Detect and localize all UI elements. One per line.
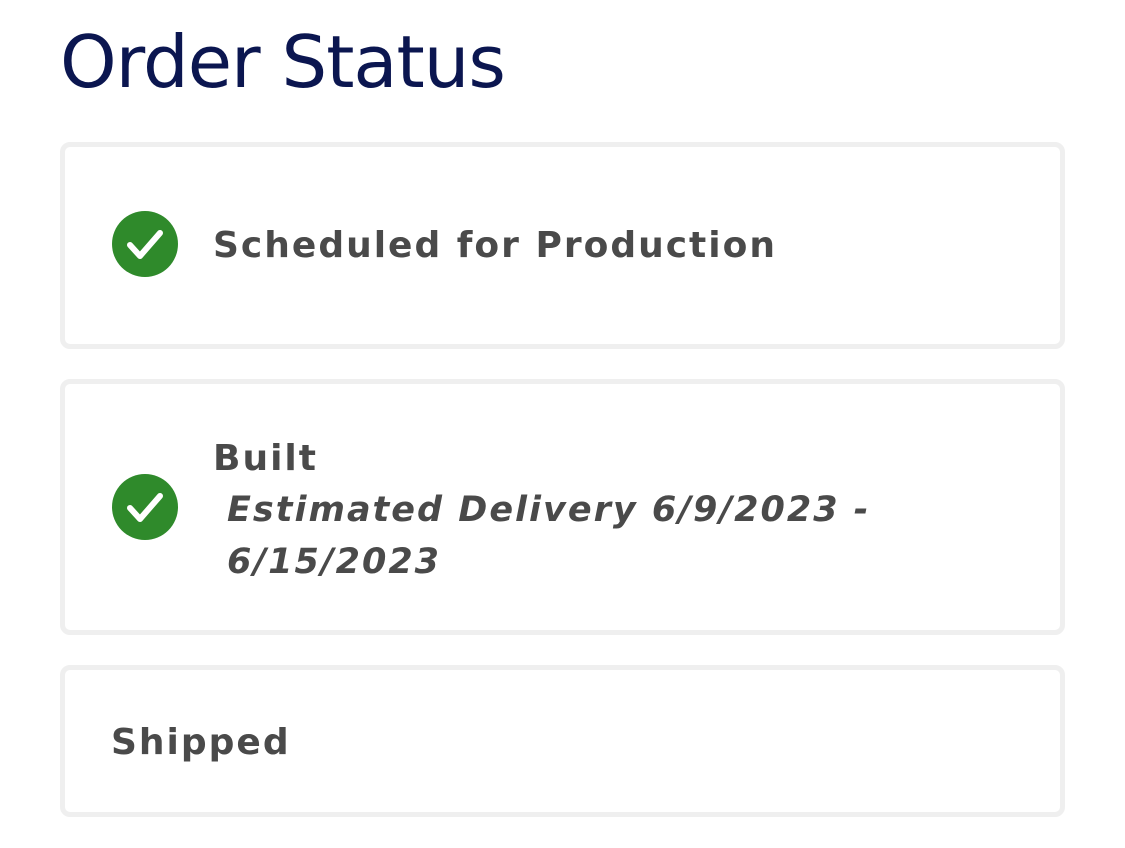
page-title: Order Status [60, 20, 506, 104]
status-step-built: Built Estimated Delivery 6/9/2023 - 6/15… [60, 379, 1065, 635]
step-title: Scheduled for Production [213, 225, 777, 266]
estimated-delivery-text: Estimated Delivery 6/9/2023 - 6/15/2023 [227, 490, 871, 582]
checkmark-circle-icon [112, 211, 178, 277]
checkmark-circle-icon [112, 474, 178, 540]
status-step-shipped: Shipped [60, 665, 1065, 817]
step-title: Shipped [111, 722, 291, 763]
status-step-scheduled: Scheduled for Production [60, 142, 1065, 349]
step-title: Built [213, 438, 318, 479]
